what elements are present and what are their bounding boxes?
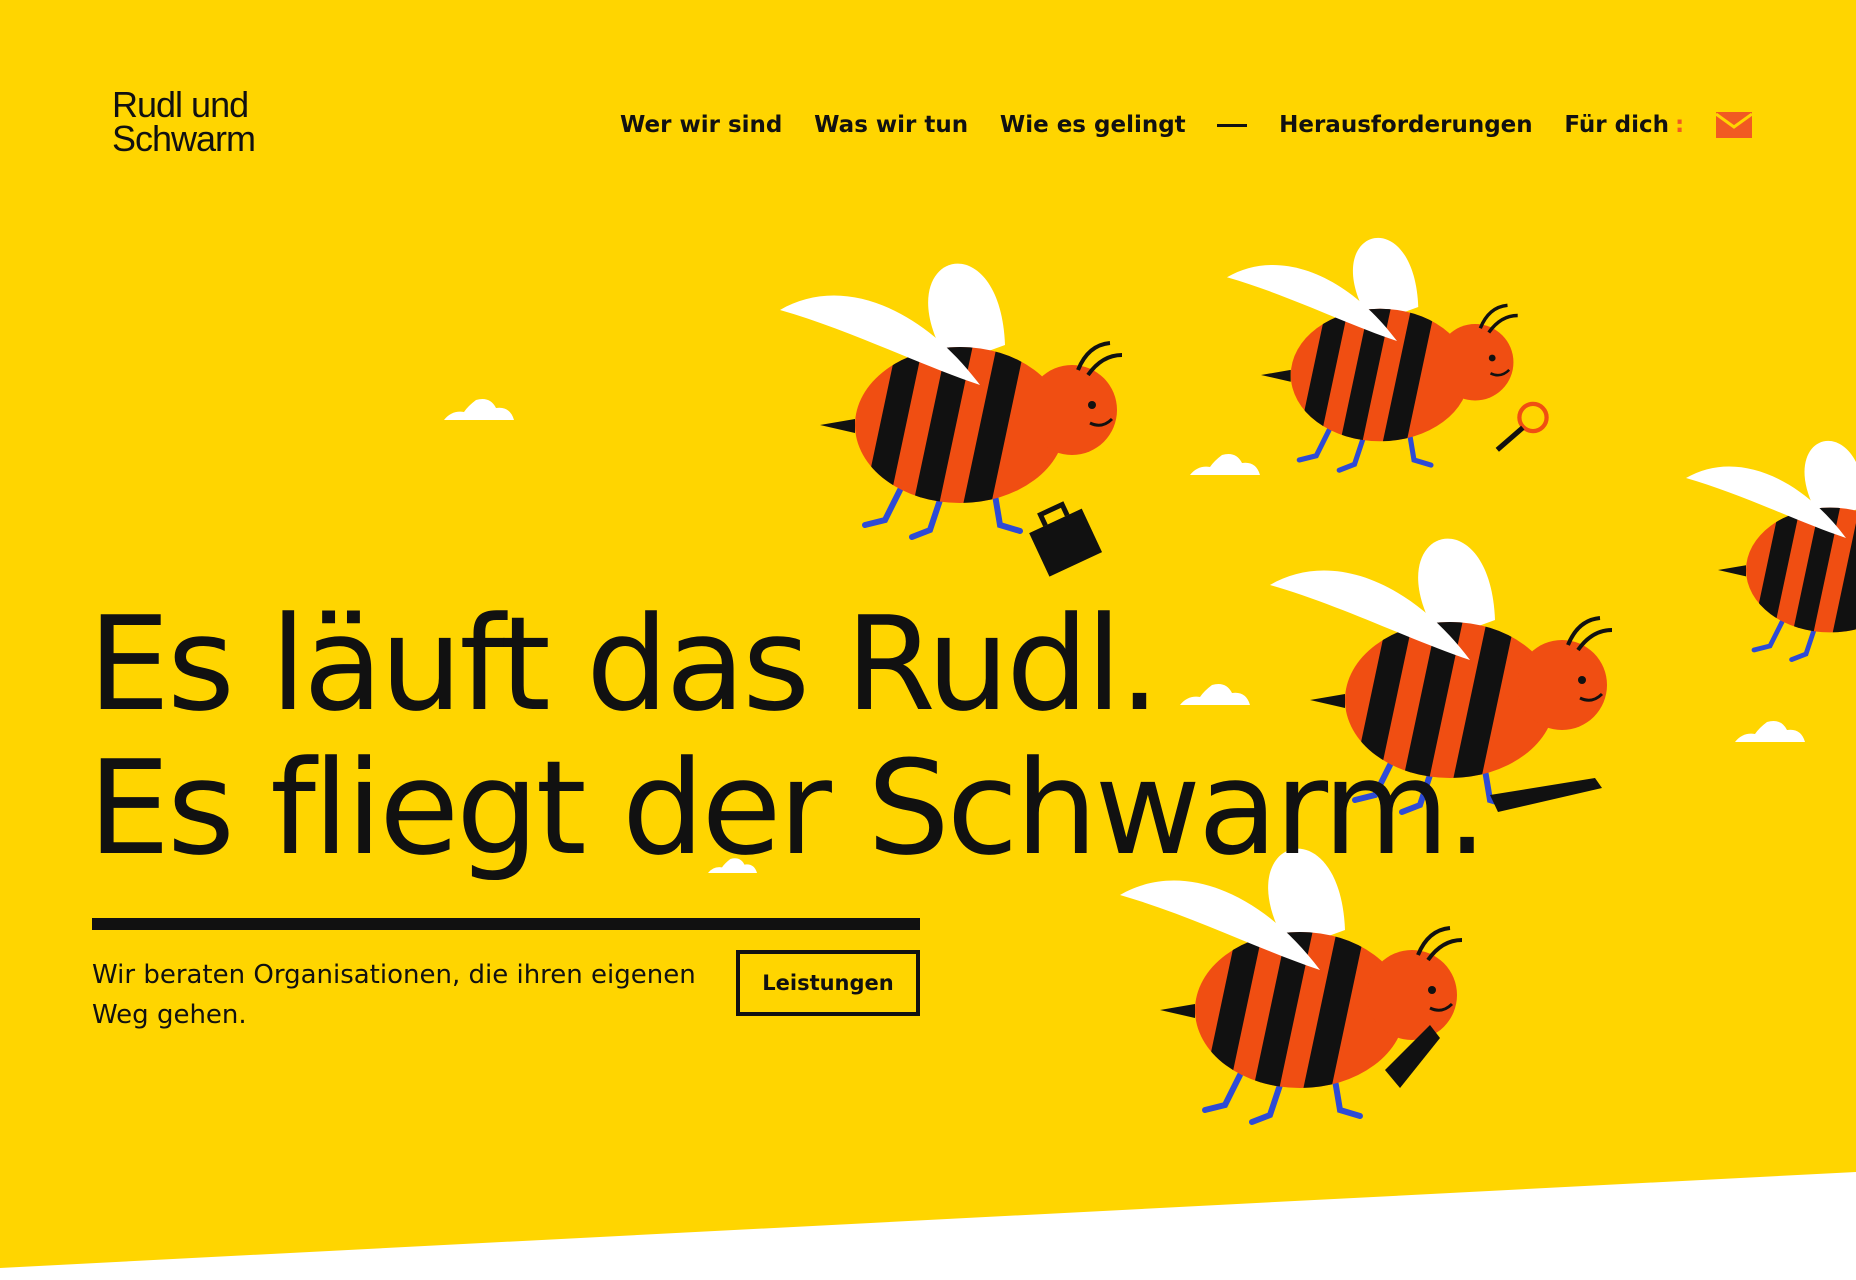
- bee-with-pen: [1120, 849, 1462, 1122]
- hero-headline-line-1: Es läuft das Rudl.: [88, 588, 1160, 740]
- hero-intro-text: Wir beraten Organisationen, die ihren ei…: [92, 960, 696, 1030]
- hero-section: Rudl und Schwarm Wer wir sind Was wir tu…: [0, 0, 1856, 1268]
- bee-partial: [1686, 441, 1856, 660]
- cloud-decoration: [1190, 454, 1260, 475]
- leistungen-button[interactable]: Leistungen: [736, 950, 920, 1016]
- bee-with-magnifier: [1227, 238, 1549, 470]
- headline-divider: [92, 918, 920, 930]
- cloud-decoration: [1735, 721, 1805, 742]
- bee-with-briefcase: [780, 264, 1122, 577]
- cloud-decoration: [444, 399, 514, 420]
- hero-headline: Es läuft das Rudl. Es fliegt der Schwarm…: [88, 588, 1488, 884]
- hero-headline-line-2: Es fliegt der Schwarm.: [88, 732, 1488, 884]
